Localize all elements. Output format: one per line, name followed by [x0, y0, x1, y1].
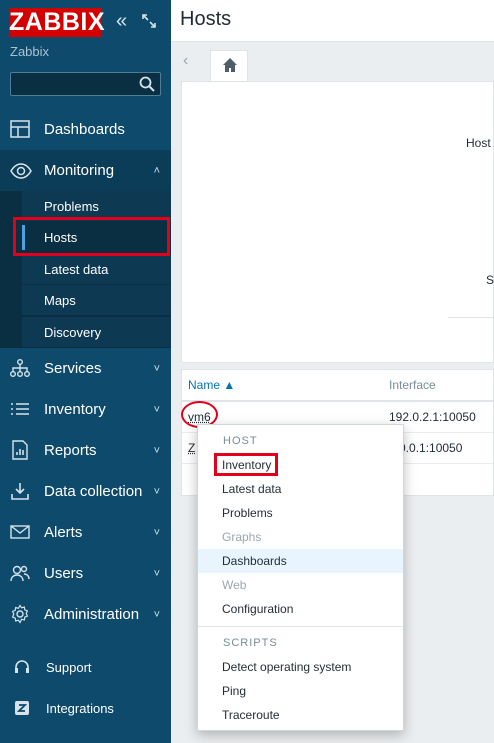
envelope-icon — [10, 522, 32, 544]
nav-alerts[interactable]: Alerts ˅ — [0, 512, 171, 553]
nav-dashboards[interactable]: Dashboards — [0, 109, 171, 150]
chevron-down-icon: ˅ — [154, 527, 160, 539]
chevron-down-icon: ˅ — [154, 609, 160, 621]
chevron-down-icon: ˅ — [154, 486, 160, 498]
sub-item-latest-data[interactable]: Latest data — [22, 254, 171, 285]
eye-icon — [10, 160, 32, 182]
chevron-down-icon: ˅ — [154, 445, 160, 457]
menu-item-detect-os[interactable]: Detect operating system — [198, 655, 403, 679]
sub-item-label: Problems — [44, 199, 99, 214]
nav-label: Data collection — [44, 483, 142, 500]
nav-integrations[interactable]: Integrations — [0, 694, 171, 724]
kiosk-mode-icon[interactable] — [142, 13, 156, 31]
nav-administration[interactable]: Administration ˅ — [0, 594, 171, 635]
host-context-menu: HOST Inventory Latest data Problems Grap… — [197, 424, 404, 731]
menu-item-label: Latest data — [222, 482, 281, 496]
sub-item-discovery[interactable]: Discovery — [22, 317, 171, 348]
gear-icon — [10, 604, 32, 626]
search-input[interactable] — [10, 72, 161, 96]
nav-services[interactable]: Services ˅ — [0, 348, 171, 389]
filter-panel: Host g S — [181, 81, 494, 363]
nav-label: Inventory — [44, 401, 106, 418]
nav-monitoring[interactable]: Monitoring ˄ — [0, 150, 171, 191]
menu-item-latest-data[interactable]: Latest data — [198, 477, 403, 501]
filter-label-host-groups: Host g — [466, 136, 494, 150]
monitoring-submenu: Problems Hosts Latest data Maps Discover… — [0, 191, 171, 348]
nav-label: Services — [44, 360, 102, 377]
menu-item-web: Web — [198, 573, 403, 597]
menu-item-label: Configuration — [222, 602, 293, 616]
sub-item-label: Latest data — [44, 262, 108, 277]
nav-reports[interactable]: Reports ˅ — [0, 430, 171, 471]
chevron-up-icon: ˄ — [154, 165, 160, 177]
nav-support[interactable]: Support — [0, 653, 171, 683]
menu-item-traceroute[interactable]: Traceroute — [198, 703, 403, 727]
nav-label: Alerts — [44, 524, 82, 541]
menu-item-label: Graphs — [222, 530, 261, 544]
nav-label: Reports — [44, 442, 97, 459]
host-name-link[interactable]: Z — [188, 441, 195, 455]
submenu-rail — [0, 191, 22, 348]
menu-item-label: Dashboards — [222, 554, 287, 568]
menu-item-label: Web — [222, 578, 246, 592]
z-icon — [14, 700, 30, 716]
menu-divider — [198, 626, 403, 627]
menu-item-label: Ping — [222, 684, 246, 698]
zabbix-logo[interactable]: ZABBIX — [9, 8, 102, 37]
services-icon — [10, 358, 32, 380]
menu-item-configuration[interactable]: Configuration — [198, 597, 403, 621]
search-icon[interactable] — [139, 76, 155, 92]
nav-inventory[interactable]: Inventory ˅ — [0, 389, 171, 430]
filter-label-status: S — [486, 273, 494, 287]
column-header-name[interactable]: Name ▲ — [188, 378, 235, 392]
nav-label: Users — [44, 565, 83, 582]
nav-label: Monitoring — [44, 162, 114, 179]
nav-label: Integrations — [46, 701, 114, 716]
chevron-down-icon: ˅ — [154, 568, 160, 580]
chevron-left-icon[interactable]: ‹ — [183, 52, 188, 70]
collapse-sidebar-icon[interactable]: « — [116, 12, 127, 30]
annotation-highlight — [13, 217, 170, 256]
page-title: Hosts — [180, 8, 231, 31]
menu-item-graphs: Graphs — [198, 525, 403, 549]
nav-users[interactable]: Users ˅ — [0, 553, 171, 594]
sidebar: ZABBIX « Zabbix Dashboards Monitoring ˄ … — [0, 0, 171, 743]
menu-item-dashboards[interactable]: Dashboards — [198, 549, 403, 573]
sub-item-maps[interactable]: Maps — [22, 285, 171, 316]
menu-item-label: Detect operating system — [222, 660, 351, 674]
menu-item-label: Traceroute — [222, 708, 280, 722]
menu-item-problems[interactable]: Problems — [198, 501, 403, 525]
divider — [448, 317, 494, 318]
users-icon — [10, 563, 32, 585]
headset-icon — [14, 659, 30, 675]
nav-data-collection[interactable]: Data collection ˅ — [0, 471, 171, 512]
chevron-down-icon: ˅ — [154, 363, 160, 375]
nav-label: Administration — [44, 606, 139, 623]
page-header: Hosts — [171, 0, 494, 42]
menu-header-host: HOST — [223, 435, 258, 447]
menu-header-scripts: SCRIPTS — [223, 637, 278, 649]
sub-item-label: Discovery — [44, 325, 101, 340]
download-icon — [10, 481, 32, 503]
server-name: Zabbix — [10, 44, 49, 59]
annotation-highlight — [214, 453, 278, 476]
menu-item-label: Problems — [222, 506, 273, 520]
nav-label: Support — [46, 660, 92, 675]
list-icon — [10, 399, 32, 421]
dashboard-icon — [10, 119, 32, 141]
tab-home[interactable] — [210, 50, 248, 82]
column-header-interface: Interface — [389, 378, 436, 392]
menu-item-ping[interactable]: Ping — [198, 679, 403, 703]
chevron-down-icon: ˅ — [154, 404, 160, 416]
home-icon — [222, 57, 238, 73]
sub-item-label: Maps — [44, 293, 76, 308]
nav-label: Dashboards — [44, 121, 125, 138]
interface-cell: 192.0.2.1:10050 — [389, 410, 476, 424]
report-icon — [10, 440, 32, 462]
